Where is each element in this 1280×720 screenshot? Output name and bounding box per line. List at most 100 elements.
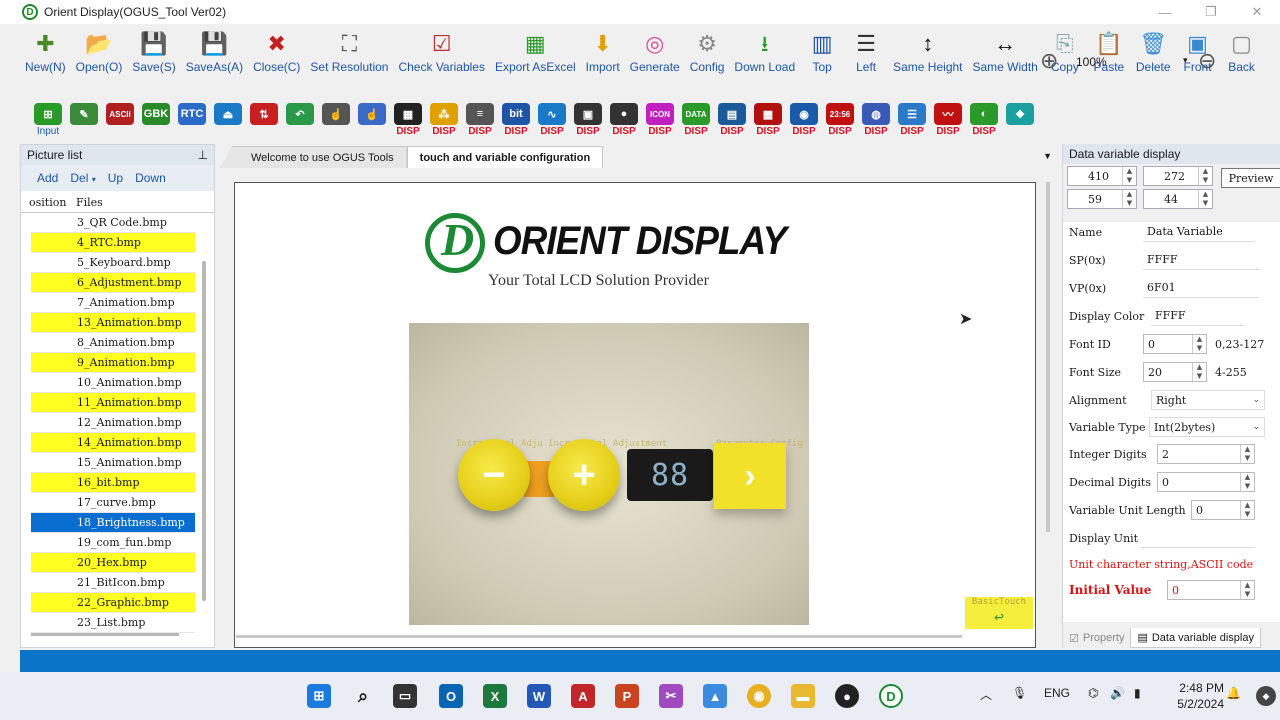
excel-icon[interactable]: X [483, 684, 507, 708]
width-field[interactable]: 59 ▲ ▼ [1067, 189, 1137, 209]
up-button[interactable]: Up [108, 171, 123, 185]
file-list-item[interactable]: 23_List.bmp [31, 613, 195, 633]
w-spinner-icon[interactable]: ▲ ▼ [1122, 190, 1136, 208]
decimal-digits-spinner-icon[interactable]: ▲ ▼ [1240, 473, 1254, 491]
variable-unit-length-field[interactable]: 0 ▲ ▼ [1191, 500, 1255, 520]
widget-button-18[interactable]: DATA DISP [678, 103, 714, 139]
widget-button-8[interactable]: ☝ [318, 103, 354, 139]
widget-button-15[interactable]: ▣ DISP [570, 103, 606, 139]
design-canvas[interactable]: D ORIENT DISPLAY Your Total LCD Solution… [234, 182, 1036, 648]
file-list-item[interactable]: 16_bit.bmp [31, 473, 195, 493]
toolbar-button-export-asexcel[interactable]: ▦ Export AsExcel [490, 26, 581, 96]
variable-type-select[interactable]: Int(2bytes) ⌄ [1149, 417, 1265, 437]
toolbar-button-same-width[interactable]: ↔ Same Width [968, 26, 1043, 96]
x-field[interactable]: 410 ▲ ▼ [1067, 166, 1137, 186]
widget-button-10[interactable]: ▦ DISP [390, 103, 426, 139]
canvas-hscrollbar[interactable] [236, 635, 962, 638]
widget-button-9[interactable]: ☝ [354, 103, 390, 139]
file-list-item[interactable]: 7_Animation.bmp [31, 293, 195, 313]
decimal-digits-field[interactable]: 0 ▲ ▼ [1157, 472, 1255, 492]
file-list-item[interactable]: 8_Animation.bmp [31, 333, 195, 353]
vlen-spinner-icon[interactable]: ▲ ▼ [1240, 501, 1254, 519]
alignment-select[interactable]: Right ⌄ [1151, 390, 1265, 410]
del-button[interactable]: Del ▾ [70, 171, 95, 185]
height-field[interactable]: 44 ▲ ▼ [1143, 189, 1213, 209]
search-icon[interactable]: ⌕ [351, 684, 375, 708]
display-unit-field[interactable] [1141, 528, 1255, 548]
file-list-item[interactable]: 17_curve.bmp [31, 493, 195, 513]
file-list-item[interactable]: 12_Animation.bmp [31, 413, 195, 433]
widget-button-17[interactable]: ICON DISP [642, 103, 678, 139]
file-list-item[interactable]: 22_Graphic.bmp [31, 593, 195, 613]
copilot-icon[interactable]: ◆ [1256, 686, 1276, 706]
language-indicator[interactable]: ENG [1044, 686, 1070, 700]
file-list-item[interactable]: 18_Brightness.bmp [31, 513, 195, 533]
zoom-in-icon[interactable]: ⊕ [1040, 48, 1058, 74]
obs-icon[interactable]: ● [835, 684, 859, 708]
toolbar-button-top[interactable]: ▥ Top [800, 26, 844, 96]
font-id-field[interactable]: 0 ▲ ▼ [1143, 334, 1207, 354]
parameter-config-button[interactable]: › [714, 443, 786, 509]
file-list-scrollbar[interactable] [202, 261, 206, 601]
x-spinner-icon[interactable]: ▲ ▼ [1122, 167, 1136, 185]
toolbar-button-config[interactable]: ⚙ Config [685, 26, 730, 96]
toolbar-button-import[interactable]: ⬇ Import [581, 26, 625, 96]
font-id-spinner-icon[interactable]: ▲ ▼ [1192, 335, 1206, 353]
pin-icon[interactable]: ⊥ [198, 148, 208, 162]
acrobat-icon[interactable]: A [571, 684, 595, 708]
widget-button-19[interactable]: ▤ DISP [714, 103, 750, 139]
file-list-item[interactable]: 9_Animation.bmp [31, 353, 195, 373]
widget-button-3[interactable]: GBK [138, 103, 174, 139]
system-clock[interactable]: 2:48 PM 5/2/2024 [1168, 680, 1224, 712]
down-button[interactable]: Down [135, 171, 166, 185]
widget-button-6[interactable]: ⇅ [246, 103, 282, 139]
column-position[interactable]: osition [21, 196, 76, 209]
initial-value-spinner-icon[interactable]: ▲ ▼ [1240, 581, 1254, 599]
zoom-level[interactable]: 100% [1076, 55, 1107, 69]
widget-button-16[interactable]: ● DISP [606, 103, 642, 139]
toolbar-button-check-variables[interactable]: ☑ Check Variables [393, 26, 489, 96]
data-variable-widget[interactable]: 88 [627, 449, 713, 501]
file-list-item[interactable]: 13_Animation.bmp [31, 313, 195, 333]
word-icon[interactable]: W [527, 684, 551, 708]
file-list-item[interactable]: 20_Hex.bmp [31, 553, 195, 573]
font-size-spinner-icon[interactable]: ▲ ▼ [1192, 363, 1206, 381]
file-list-hscrollbar[interactable] [31, 633, 179, 636]
toolbar-button-new-n[interactable]: ✚ New(N) [20, 26, 71, 96]
file-list-item[interactable]: 15_Animation.bmp [31, 453, 195, 473]
y-spinner-icon[interactable]: ▲ ▼ [1198, 167, 1212, 185]
zoom-out-icon[interactable]: ⊖ [1198, 48, 1216, 74]
toolbar-button-save-s[interactable]: 💾 Save(S) [127, 26, 180, 96]
ogus-tool-icon[interactable]: D [879, 684, 903, 708]
battery-icon[interactable]: ▮ [1134, 686, 1141, 700]
widget-button-11[interactable]: ⁂ DISP [426, 103, 462, 139]
start-icon[interactable]: ⊞ [307, 684, 331, 708]
tabs-dropdown-icon[interactable]: ▼ [1043, 151, 1052, 161]
chevron-up-icon[interactable]: ︿ [980, 686, 992, 703]
sp-field[interactable]: FFFF [1143, 250, 1259, 270]
name-field[interactable]: Data Variable [1143, 222, 1255, 242]
initial-value-field[interactable]: 0 ▲ ▼ [1167, 580, 1255, 600]
display-color-field[interactable]: FFFF [1151, 306, 1243, 326]
tab-welcome[interactable]: Welcome to use OGUS Tools [220, 146, 407, 168]
toolbar-button-generate[interactable]: ◎ Generate [625, 26, 685, 96]
tab-data-variable-display[interactable]: ▤ Data variable display [1130, 628, 1261, 648]
outlook-icon[interactable]: O [439, 684, 463, 708]
widget-button-13[interactable]: bit DISP [498, 103, 534, 139]
h-spinner-icon[interactable]: ▲ ▼ [1198, 190, 1212, 208]
file-list-item[interactable]: 5_Keyboard.bmp [31, 253, 195, 273]
toolbar-button-open-o[interactable]: 📂 Open(O) [71, 26, 128, 96]
toolbar-button-down-load[interactable]: ⭳ Down Load [729, 26, 800, 96]
toolbar-button-set-resolution[interactable]: ⛶ Set Resolution [305, 26, 393, 96]
widget-button-22[interactable]: 23:56 DISP [822, 103, 858, 139]
widget-button-2[interactable]: ASCII [102, 103, 138, 139]
file-list-item[interactable]: 6_Adjustment.bmp [31, 273, 195, 293]
add-button[interactable]: Add [37, 171, 58, 185]
vp-field[interactable]: 6F01 [1143, 278, 1259, 298]
widget-button-20[interactable]: ▩ DISP [750, 103, 786, 139]
widget-button-14[interactable]: ∿ DISP [534, 103, 570, 139]
widget-button-12[interactable]: ≡ DISP [462, 103, 498, 139]
file-list-item[interactable]: 10_Animation.bmp [31, 373, 195, 393]
file-list-item[interactable]: 21_BitIcon.bmp [31, 573, 195, 593]
y-field[interactable]: 272 ▲ ▼ [1143, 166, 1213, 186]
